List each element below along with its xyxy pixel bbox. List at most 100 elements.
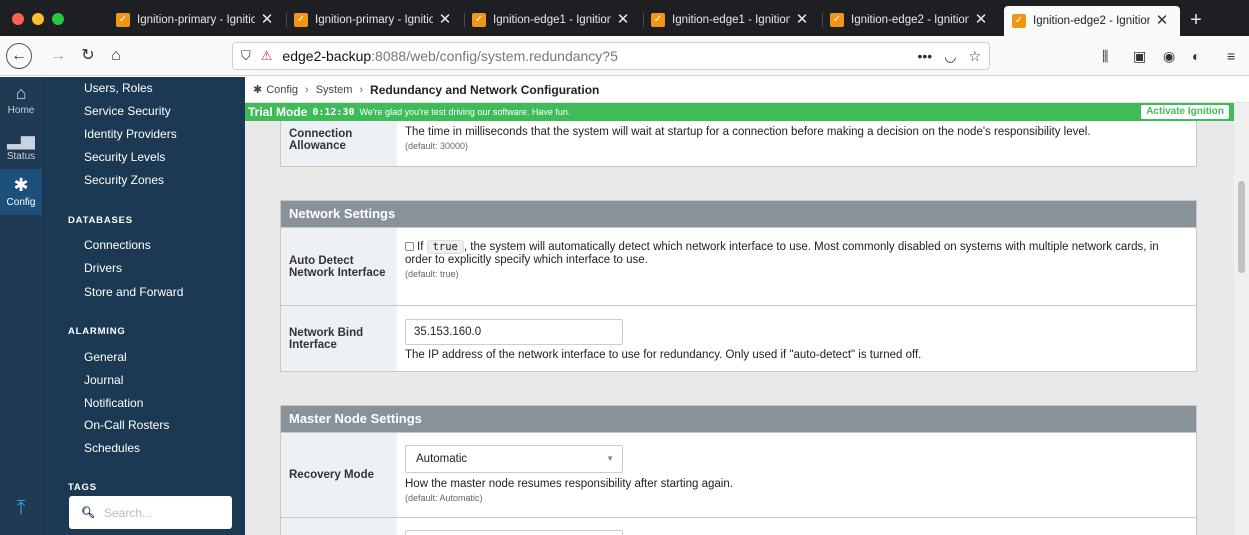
- sidebar-item-general[interactable]: General: [84, 350, 127, 364]
- breadcrumb-system[interactable]: System: [316, 84, 353, 96]
- sidebar-item-journal[interactable]: Journal: [84, 373, 123, 387]
- chevron-down-icon: ▼: [606, 454, 614, 463]
- rail-item-config[interactable]: ✱ Config: [0, 169, 42, 215]
- setting-body: If true, the system will automatically d…: [397, 228, 1196, 305]
- rail-item-home[interactable]: ⌂ Home: [0, 77, 42, 123]
- ignition-favicon-icon: ✓: [830, 13, 844, 27]
- sidebar-item-users-roles[interactable]: Users, Roles: [84, 81, 153, 95]
- activate-ignition-button[interactable]: Activate Ignition: [1141, 105, 1229, 119]
- back-arrow-icon[interactable]: ←: [6, 43, 32, 69]
- tab-title: Ignition-primary - Ignition: [315, 14, 433, 26]
- sidebar-item-service-security[interactable]: Service Security: [84, 104, 171, 118]
- tab-title: Ignition-edge1 - Ignition G: [672, 14, 790, 26]
- trial-timer: 0:12:30: [312, 106, 355, 118]
- browser-tab[interactable]: ✓ Ignition-primary - Ignition ✕: [108, 6, 285, 34]
- sidebar-item-connections[interactable]: Connections: [84, 238, 151, 252]
- rail-item-status[interactable]: ▂▅ Status: [0, 123, 42, 169]
- search-icon: 🔍︎: [81, 507, 95, 519]
- trial-banner: Trial Mode 0:12:30 We're glad you're tes…: [245, 103, 1234, 121]
- code-true: true: [426, 240, 464, 254]
- app-rail: ⌂ Home ▂▅ Status ✱ Config ⤒: [0, 77, 42, 535]
- tab-close-icon[interactable]: ✕: [615, 12, 631, 28]
- account-icon[interactable]: ◉: [1163, 48, 1175, 65]
- ignition-favicon-icon: ✓: [651, 13, 665, 27]
- window-close-button[interactable]: [12, 13, 24, 25]
- gear-icon: ✱: [253, 84, 263, 96]
- library-icon[interactable]: ⫼: [1102, 48, 1108, 65]
- select-value: Automatic: [416, 453, 468, 465]
- setting-body: The time in milliseconds that the system…: [397, 121, 1196, 166]
- recovery-mode-select[interactable]: Automatic ▼: [405, 445, 623, 473]
- main-content: Connection Allowance The time in millise…: [245, 121, 1234, 535]
- forward-arrow-icon[interactable]: →: [46, 44, 70, 68]
- desc-prefix: If: [417, 241, 424, 253]
- home-icon: ⌂: [15, 83, 27, 103]
- rail-label: Config: [6, 197, 36, 208]
- sidebar-item-security-levels[interactable]: Security Levels: [84, 150, 165, 164]
- setting-label: Recovery Mode: [281, 433, 397, 517]
- sidebar-item-drivers[interactable]: Drivers: [84, 261, 122, 275]
- setting-row: Auto Detect Network Interface If true, t…: [281, 227, 1196, 305]
- new-tab-button[interactable]: +: [1183, 8, 1209, 34]
- tab-close-icon[interactable]: ✕: [973, 12, 989, 28]
- scroll-top-icon[interactable]: ⤒: [0, 497, 42, 520]
- sidebar-item-on-call-rosters[interactable]: On-Call Rosters: [84, 418, 169, 432]
- breadcrumb-separator-icon: ›: [359, 83, 364, 96]
- browser-tab[interactable]: ✓ Ignition-edge1 - Ignition G ✕: [643, 6, 820, 34]
- sidebar-heading-tags: TAGS: [68, 482, 97, 493]
- desc-text: , the system will automatically detect w…: [405, 241, 1159, 266]
- pocket-icon[interactable]: ◡: [944, 48, 956, 65]
- network-settings-panel: Network Settings Auto Detect Network Int…: [280, 200, 1197, 372]
- home-icon[interactable]: ⌂: [104, 44, 128, 68]
- setting-body: Automatic ▼ How the master node resumes …: [397, 433, 1196, 517]
- network-bind-input[interactable]: 35.153.160.0: [405, 319, 623, 345]
- tab-close-icon[interactable]: ✕: [1154, 13, 1170, 29]
- extension-icon[interactable]: ◐: [1192, 48, 1200, 64]
- page-title: Redundancy and Network Configuration: [370, 82, 600, 97]
- setting-row: [281, 517, 1196, 535]
- setting-label: Network Bind Interface: [281, 306, 397, 371]
- sidebar-item-store-and-forward[interactable]: Store and Forward: [84, 285, 183, 299]
- setting-label: Connection Allowance: [281, 121, 397, 166]
- auto-detect-checkbox[interactable]: [405, 242, 414, 252]
- reload-icon[interactable]: ↻: [76, 44, 100, 68]
- tab-title: Ignition-edge1 - Ignition G: [493, 14, 611, 26]
- next-setting-select[interactable]: [405, 530, 623, 535]
- rail-label: Home: [7, 105, 35, 116]
- browser-tab[interactable]: ✓ Ignition-edge2 - Ignition G ✕: [822, 6, 999, 34]
- sidebar-item-identity-providers[interactable]: Identity Providers: [84, 127, 177, 141]
- bookmark-star-icon[interactable]: ☆: [968, 48, 981, 65]
- gear-icon: ✱: [13, 175, 29, 195]
- default-note: (default: 30000): [405, 141, 469, 151]
- browser-tab[interactable]: ✓ Ignition-edge1 - Ignition G ✕: [464, 6, 641, 34]
- menu-icon[interactable]: ≡: [1227, 48, 1235, 64]
- sidebar-item-schedules[interactable]: Schedules: [84, 441, 140, 455]
- browser-tab-strip: ✓ Ignition-primary - Ignition ✕ ✓ Igniti…: [0, 0, 1249, 36]
- bar-chart-icon: ▂▅: [7, 129, 35, 149]
- browser-nav-bar: ← → ↻ ⌂ ⛉ ⚠ edge2-backup:8088/web/config…: [0, 36, 1249, 76]
- default-note: (default: true): [405, 269, 459, 279]
- sidebar-item-notification[interactable]: Notification: [84, 396, 143, 410]
- page-scrollbar[interactable]: [1234, 103, 1249, 535]
- tab-close-icon[interactable]: ✕: [794, 12, 810, 28]
- tab-title: Ignition-edge2 - Ignition G: [851, 14, 969, 26]
- page-actions-icon[interactable]: •••: [918, 48, 933, 65]
- config-sidebar: Users, Roles Service Security Identity P…: [42, 77, 245, 535]
- permissions-icon[interactable]: ⚠: [261, 48, 273, 64]
- tab-title: Ignition-primary - Ignition: [137, 14, 255, 26]
- tab-close-icon[interactable]: ✕: [259, 12, 275, 28]
- url-path: :8088/web/config/system.redundancy?5: [371, 48, 618, 64]
- sidebar-toggle-icon[interactable]: ▣: [1133, 48, 1146, 65]
- browser-tab[interactable]: ✓ Ignition-primary - Ignition ✕: [286, 6, 463, 34]
- setting-description: How the master node resumes responsibili…: [405, 478, 733, 490]
- breadcrumb-config[interactable]: Config: [266, 84, 298, 96]
- window-minimize-button[interactable]: [32, 13, 44, 25]
- shield-icon[interactable]: ⛉: [241, 48, 251, 64]
- sidebar-search-input[interactable]: 🔍︎ Search...: [69, 496, 232, 529]
- scrollbar-thumb[interactable]: [1238, 181, 1245, 273]
- window-zoom-button[interactable]: [52, 13, 64, 25]
- tab-close-icon[interactable]: ✕: [437, 12, 453, 28]
- url-bar[interactable]: ⛉ ⚠ edge2-backup:8088/web/config/system.…: [232, 42, 990, 70]
- sidebar-item-security-zones[interactable]: Security Zones: [84, 173, 164, 187]
- browser-tab-active[interactable]: ✓ Ignition-edge2 - Ignition G ✕: [1004, 6, 1180, 36]
